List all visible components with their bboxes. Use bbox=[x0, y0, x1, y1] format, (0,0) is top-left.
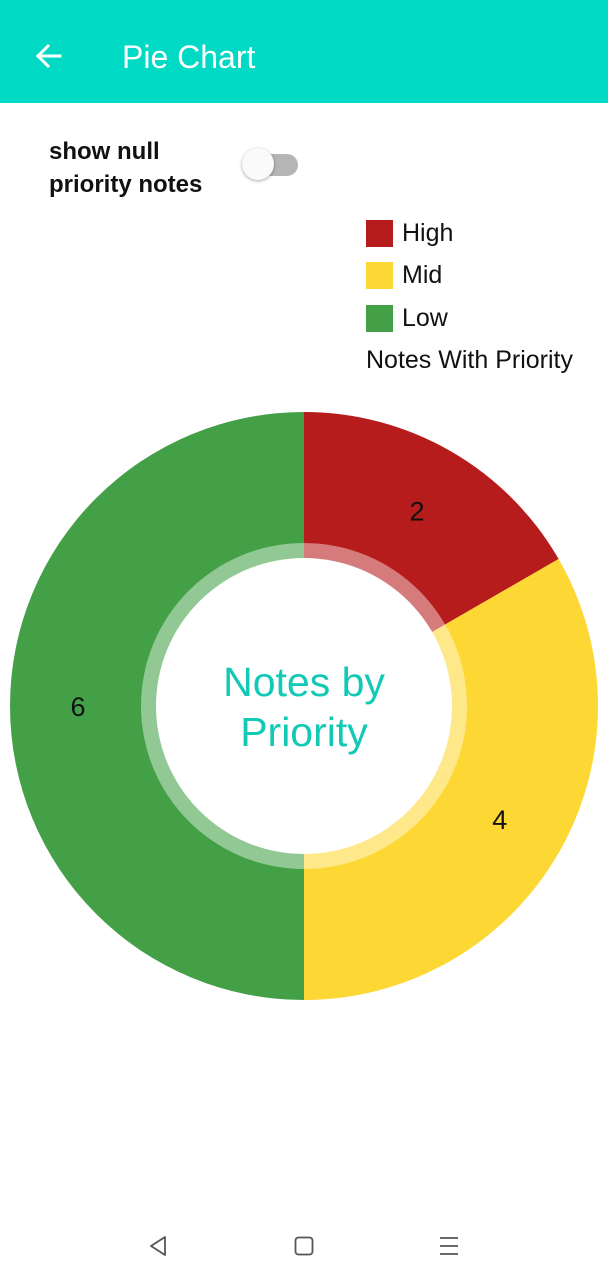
nav-menu-button[interactable] bbox=[427, 1224, 471, 1268]
legend-item-low: Low bbox=[366, 303, 453, 333]
chart-legend: High Mid Low bbox=[366, 218, 453, 346]
triangle-back-icon bbox=[150, 1236, 166, 1256]
toggle-thumb bbox=[242, 148, 274, 180]
slice-value-label: 4 bbox=[492, 805, 507, 835]
center-title-line-1: Notes by bbox=[223, 659, 385, 705]
show-null-toggle[interactable] bbox=[242, 145, 300, 183]
legend-swatch bbox=[366, 219, 393, 247]
page-title: Pie Chart bbox=[122, 39, 256, 75]
donut-center-hole bbox=[156, 558, 452, 854]
app-bar: Pie Chart bbox=[0, 0, 608, 103]
center-title-line-2: Priority bbox=[240, 709, 368, 755]
legend-swatch bbox=[366, 304, 393, 332]
legend-label: Mid bbox=[402, 261, 443, 289]
legend-swatch bbox=[366, 262, 393, 289]
donut-chart[interactable]: Notes by Priority 2 4 6 bbox=[0, 400, 608, 1012]
nav-back-button[interactable] bbox=[136, 1224, 180, 1268]
legend-label: High bbox=[402, 218, 454, 247]
slice-value-label: 2 bbox=[409, 496, 424, 526]
back-button[interactable] bbox=[22, 30, 74, 82]
menu-lines-icon bbox=[440, 1237, 458, 1255]
legend-title: Notes With Priority bbox=[366, 346, 573, 374]
nav-home-button[interactable] bbox=[282, 1224, 326, 1268]
legend-item-mid: Mid bbox=[366, 261, 453, 291]
legend-label: Low bbox=[402, 303, 448, 332]
slice-value-label: 6 bbox=[70, 692, 85, 722]
legend-item-high: High bbox=[366, 218, 453, 248]
arrow-left-icon bbox=[35, 43, 62, 69]
show-null-toggle-label: show null priority notes bbox=[49, 138, 203, 198]
system-nav-bar bbox=[0, 1210, 608, 1280]
square-home-icon bbox=[294, 1236, 314, 1256]
